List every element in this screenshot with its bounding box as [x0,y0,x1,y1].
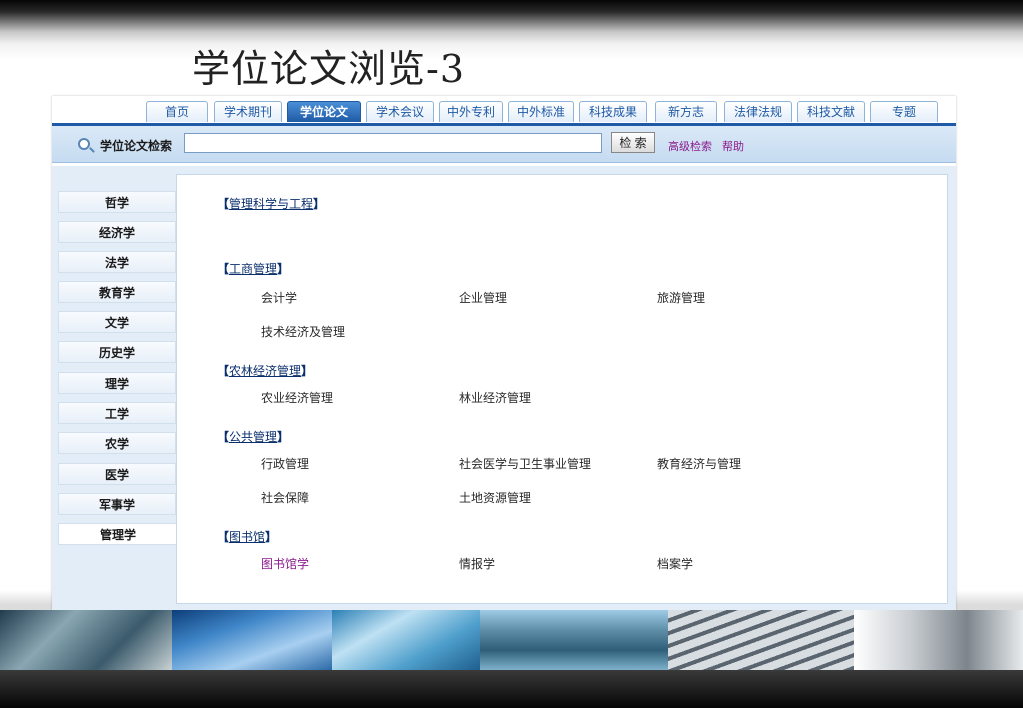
compass-image [0,610,172,670]
decorative-photo-strip [0,610,1023,670]
documents-image [332,610,480,670]
category-heading: 【图书馆】 [217,528,277,545]
category-link-management-science[interactable]: 管理科学与工程 [229,197,313,211]
category-heading: 【管理科学与工程】 [217,195,325,212]
sidebar-item-education[interactable]: 教育学 [58,281,176,303]
bracket-open: 【 [217,430,230,444]
subject-link[interactable]: 技术经济及管理 [261,323,345,340]
sidebar-item-law[interactable]: 法学 [58,251,176,273]
search-icon [78,138,90,150]
search-button[interactable]: 检 索 [611,132,655,153]
bracket-open: 【 [217,197,230,211]
tab-laws[interactable]: 法律法规 [724,101,792,122]
tab-achievements[interactable]: 科技成果 [579,101,647,122]
tab-dissertations[interactable]: 学位论文 [287,101,361,122]
tab-conferences[interactable]: 学术会议 [366,101,434,122]
search-bar: 学位论文检索 检 索 高级检索 帮助 [52,126,956,163]
tab-patents[interactable]: 中外专利 [439,101,503,122]
subject-link[interactable]: 社会医学与卫生事业管理 [459,455,591,472]
category-link-public-admin[interactable]: 公共管理 [229,430,277,444]
tab-standards[interactable]: 中外标准 [508,101,574,122]
landscape-image [480,610,668,670]
subject-link[interactable]: 会计学 [261,289,297,306]
bracket-close: 】 [265,530,278,544]
subject-link[interactable]: 土地资源管理 [459,489,531,506]
subject-link[interactable]: 情报学 [459,555,495,572]
bracket-close: 】 [301,364,314,378]
subject-link[interactable]: 农业经济管理 [261,389,333,406]
content-area: 哲学 经济学 法学 教育学 文学 历史学 理学 工学 农学 医学 军事学 管理学… [52,166,956,616]
tab-home[interactable]: 首页 [146,101,208,122]
tab-journals[interactable]: 学术期刊 [214,101,282,122]
slide-title: 学位论文浏览-3 [192,47,466,91]
sidebar-item-management[interactable]: 管理学 [58,523,177,545]
sidebar-item-philosophy[interactable]: 哲学 [58,191,176,213]
sidebar-item-history[interactable]: 历史学 [58,341,176,363]
advanced-search-link[interactable]: 高级检索 [668,138,712,154]
search-label: 学位论文检索 [100,139,173,153]
bracket-close: 】 [277,430,290,444]
subject-link[interactable]: 旅游管理 [657,289,705,306]
sidebar-item-engineering[interactable]: 工学 [58,402,176,424]
sidebar-item-literature[interactable]: 文学 [58,311,176,333]
category-link-library[interactable]: 图书馆 [229,530,265,544]
category-heading: 【公共管理】 [217,428,289,445]
subject-link[interactable]: 图书馆学 [261,555,309,572]
category-link-business-admin[interactable]: 工商管理 [229,262,277,276]
app-window: 首页 学术期刊 学位论文 学术会议 中外专利 中外标准 科技成果 新方志 法律法… [52,96,956,616]
keys-image [854,610,1023,670]
subject-link[interactable]: 档案学 [657,555,693,572]
tab-topics[interactable]: 专题 [870,101,938,122]
sidebar-item-economics[interactable]: 经济学 [58,221,176,243]
sidebar-item-science[interactable]: 理学 [58,372,176,394]
slide-footer-bar [0,670,1023,708]
subject-link[interactable]: 林业经济管理 [459,389,531,406]
nav-bar: 首页 学术期刊 学位论文 学术会议 中外专利 中外标准 科技成果 新方志 法律法… [52,96,956,126]
bracket-open: 【 [217,262,230,276]
help-link[interactable]: 帮助 [722,138,744,154]
tab-literature[interactable]: 科技文献 [797,101,865,122]
bracket-close: 】 [313,197,326,211]
subject-link[interactable]: 教育经济与管理 [657,455,741,472]
bracket-open: 【 [217,364,230,378]
tab-local-chronicles[interactable]: 新方志 [655,101,717,122]
sidebar-item-medicine[interactable]: 医学 [58,463,176,485]
sidebar-item-agriculture[interactable]: 农学 [58,432,176,454]
category-link-agri-forestry[interactable]: 农林经济管理 [229,364,301,378]
sidebar-item-military[interactable]: 军事学 [58,493,176,515]
globe-image [172,610,332,670]
category-heading: 【农林经济管理】 [217,362,313,379]
discipline-panel: 【管理科学与工程】 【工商管理】 会计学 企业管理 旅游管理 技术经济及管理 【… [176,174,948,604]
subject-link[interactable]: 社会保障 [261,489,309,506]
bracket-open: 【 [217,530,230,544]
category-heading: 【工商管理】 [217,260,289,277]
keyboard-image [668,610,854,670]
bracket-close: 】 [277,262,290,276]
subject-link[interactable]: 行政管理 [261,455,309,472]
search-input[interactable] [184,133,602,153]
subject-link[interactable]: 企业管理 [459,289,507,306]
